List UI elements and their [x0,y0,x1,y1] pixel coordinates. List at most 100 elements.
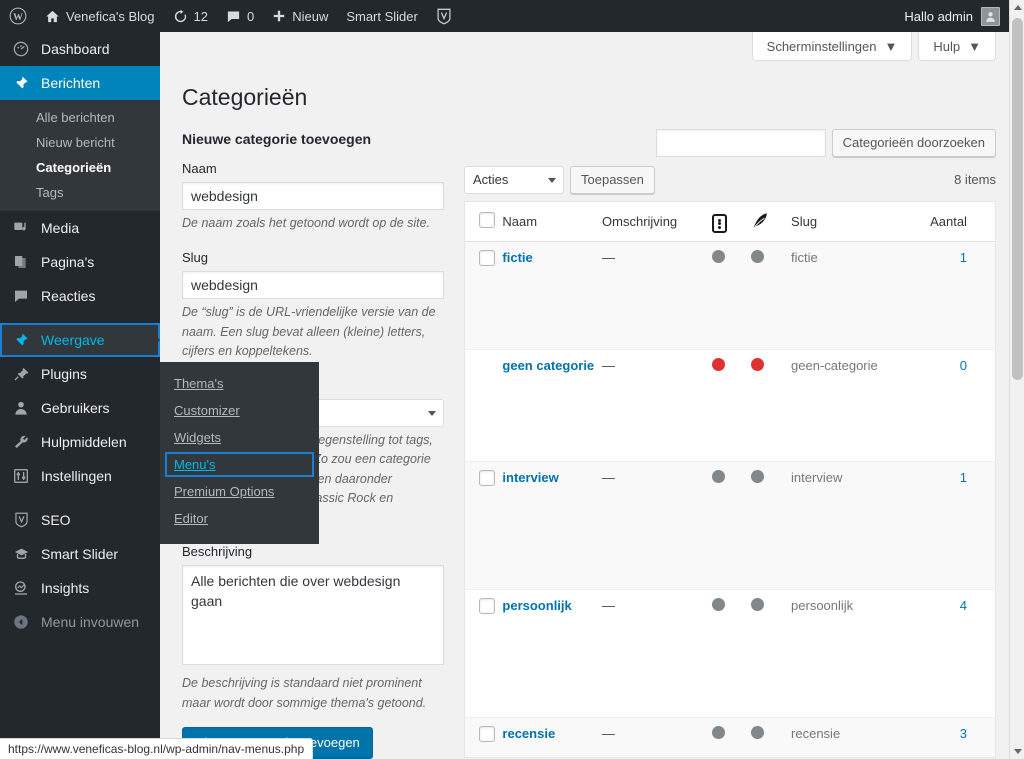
sidebar-subitem-categorieen[interactable]: Categorieën [0,155,160,180]
account-menu[interactable]: Hallo admin [904,6,1024,26]
search-input[interactable] [655,128,826,157]
bulk-actions-select[interactable]: Acties [464,165,564,194]
flyout-item-themas[interactable]: Thema's [160,370,319,397]
sidebar-item-weergave[interactable]: Weergave [0,323,160,357]
scroll-down-button[interactable] [1010,744,1024,759]
row-name-cell[interactable]: interview [502,461,603,590]
row-name-link[interactable]: interview [502,470,558,485]
column-naam-label[interactable]: Naam [502,214,537,229]
sidebar-item-media[interactable]: Media [0,211,160,245]
row-slug-cell: persoonlijk [791,589,931,718]
select-all-checkbox[interactable] [479,212,495,229]
sidebar-item-seo[interactable]: SEO [0,503,160,537]
chevron-down-icon [428,410,436,416]
sidebar-item-label: Menu invouwen [41,614,140,630]
row-count-link[interactable]: 1 [960,250,967,265]
name-input[interactable] [182,182,444,211]
site-name-menu[interactable]: Venefica's Blog [36,0,164,32]
smart-slider-icon [11,546,31,562]
column-yoast-readability[interactable] [711,201,752,243]
new-content-menu[interactable]: Nieuw [263,0,337,32]
scroll-up-button[interactable] [1010,0,1024,15]
sidebar-item-smart-slider[interactable]: Smart Slider [0,537,160,571]
flyout-item-customizer[interactable]: Customizer [160,397,319,424]
row-slug-cell: recensie [791,717,931,758]
scrollbar-thumb[interactable] [1012,18,1023,380]
wp-logo-menu[interactable]: W [0,0,36,32]
flyout-item-widgets[interactable]: Widgets [160,424,319,451]
row-name-cell[interactable]: recensie [502,717,603,758]
flyout-item-premium-options[interactable]: Premium Options [160,478,319,505]
row-count-link[interactable]: 1 [960,470,967,485]
row-count-link[interactable]: 0 [960,358,967,373]
row-checkbox[interactable] [479,470,495,487]
column-aantal[interactable]: Aantal [930,201,996,243]
yoast-seo-menu[interactable] [427,0,461,32]
sidebar-subitem-alle-berichten[interactable]: Alle berichten [0,105,160,130]
row-count-link[interactable]: 4 [960,598,967,613]
slug-input[interactable] [182,271,444,300]
flyout-item-menus[interactable]: Menu's [164,451,315,478]
table-row[interactable]: recensie — recensie 3 [464,717,996,758]
row-name-link[interactable]: geen categorie [502,358,594,373]
sidebar-item-gebruikers[interactable]: Gebruikers [0,391,160,425]
sidebar-item-paginas[interactable]: Pagina's [0,245,160,279]
sidebar-item-reacties[interactable]: Reacties [0,279,160,313]
sidebar-item-berichten[interactable]: Berichten [0,66,160,100]
vertical-scrollbar[interactable] [1009,0,1024,759]
row-name-cell[interactable]: fictie [502,241,603,350]
row-count-cell[interactable]: 1 [930,241,996,350]
sidebar-item-collapse-menu[interactable]: Menu invouwen [0,605,160,639]
table-row[interactable]: geen categorie — geen-categorie 0 [464,349,996,462]
sidebar-item-hulpmiddelen[interactable]: Hulpmiddelen [0,425,160,459]
help-tab[interactable]: Hulp ▼ [918,32,996,61]
row-checkbox[interactable] [479,250,495,267]
row-checkbox-cell[interactable] [464,241,503,350]
column-omschrijving-label[interactable]: Omschrijving [602,214,677,229]
column-naam[interactable]: Naam [502,201,603,243]
sidebar-item-insights[interactable]: Insights [0,571,160,605]
row-name-link[interactable]: recensie [502,726,555,741]
row-name-cell[interactable]: persoonlijk [502,589,603,718]
row-count-cell[interactable]: 3 [930,717,996,758]
row-name-link[interactable]: persoonlijk [502,598,571,613]
row-name-link[interactable]: fictie [502,250,532,265]
row-checkbox-cell[interactable] [464,717,503,758]
row-slug: interview [791,470,843,486]
sidebar-subitem-tags[interactable]: Tags [0,180,160,205]
column-select-all[interactable] [464,201,503,243]
row-checkbox[interactable] [479,598,495,615]
search-submit-button[interactable]: Categorieën doorzoeken [831,128,996,157]
name-label: Naam [182,160,217,176]
row-name-cell[interactable]: geen categorie [502,349,603,462]
sidebar-item-dashboard[interactable]: Dashboard [0,32,160,66]
row-checkbox-cell[interactable] [464,589,503,718]
comments-link[interactable]: 0 [217,0,263,32]
apply-bulk-action-button[interactable]: Toepassen [570,165,655,194]
screen-options-tab[interactable]: Scherminstellingen ▼ [751,32,913,61]
sidebar-subitem-nieuw-bericht[interactable]: Nieuw bericht [0,130,160,155]
row-count-link[interactable]: 3 [960,726,967,741]
row-count-cell[interactable]: 0 [930,349,996,462]
row-count-cell[interactable]: 1 [930,461,996,590]
table-row[interactable]: fictie — fictie 1 [464,241,996,350]
row-seo-cell [751,461,792,590]
table-row[interactable]: interview — interview 1 [464,461,996,590]
column-slug[interactable]: Slug [791,201,931,243]
description-textarea[interactable]: Alle berichten die over webdesign gaan [182,565,444,666]
table-row[interactable]: persoonlijk — persoonlijk 4 [464,589,996,718]
column-yoast-seo[interactable] [751,201,792,243]
row-checkbox-cell[interactable] [464,349,503,462]
sidebar-item-plugins[interactable]: Plugins [0,357,160,391]
flyout-item-editor[interactable]: Editor [160,505,319,532]
row-checkbox[interactable] [479,726,495,743]
column-aantal-label[interactable]: Aantal [930,214,967,229]
row-count-cell[interactable]: 4 [930,589,996,718]
column-omschrijving[interactable]: Omschrijving [602,201,712,243]
column-slug-label[interactable]: Slug [791,214,817,229]
row-checkbox-cell[interactable] [464,461,503,590]
sidebar-item-instellingen[interactable]: Instellingen [0,459,160,493]
row-seo-cell [751,349,792,462]
updates-link[interactable]: 12 [164,0,217,32]
smart-slider-link[interactable]: Smart Slider [337,0,427,32]
